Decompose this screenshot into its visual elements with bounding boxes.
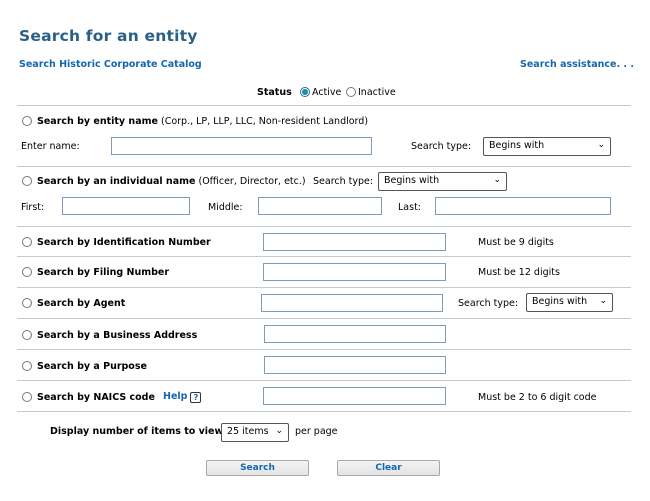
search-button[interactable]: Search [206,460,309,476]
search-assistance-link[interactable]: Search assistance. . . [520,59,634,70]
divider [17,256,631,257]
middle-name-label: Middle: [208,202,243,213]
entity-search-type-label: Search type: [411,141,472,152]
agent-title: Search by Agent [37,298,126,309]
filing-number-note: Must be 12 digits [478,267,560,278]
display-items-label: Display number of items to view: [50,426,228,437]
help-icon[interactable]: ? [190,392,202,403]
filing-number-radio[interactable] [22,267,32,277]
purpose-radio[interactable] [22,361,32,371]
entity-name-radio[interactable] [22,116,32,126]
naics-input[interactable] [263,387,446,405]
divider [17,105,631,106]
status-active-radio[interactable] [300,87,310,97]
id-number-input[interactable] [263,233,446,251]
divider [17,226,631,227]
entity-name-hint: (Corp., LP, LLP, LLC, Non-resident Landl… [160,116,369,127]
status-active-label: Active [312,87,342,98]
entity-search-type-value: Begins with [489,140,545,151]
filing-number-title: Search by Filing Number [37,267,170,278]
items-per-page-select[interactable]: 25 items ⌄ [221,423,289,442]
divider [17,318,631,319]
agent-search-type-select[interactable]: Begins with ⌄ [526,293,613,312]
business-address-title: Search by a Business Address [37,330,198,341]
individual-name-radio[interactable] [22,176,32,186]
id-number-title: Search by Identification Number [37,237,211,248]
chevron-down-icon: ⌄ [599,296,607,306]
chevron-down-icon: ⌄ [493,175,501,185]
first-name-label: First: [21,202,45,213]
divider [17,411,631,412]
naics-title: Search by NAICS code [37,392,155,403]
business-address-radio[interactable] [22,330,32,340]
individual-name-title: Search by an individual name [37,176,196,187]
enter-name-label: Enter name: [21,141,80,152]
agent-search-type-label: Search type: [458,298,519,309]
individual-search-type-label: Search type: [313,176,374,187]
last-name-input[interactable] [435,197,611,215]
historic-catalog-link[interactable]: Search Historic Corporate Catalog [19,59,202,70]
entity-name-title: Search by entity name [37,116,158,127]
entity-search-type-select[interactable]: Begins with ⌄ [483,137,611,156]
purpose-title: Search by a Purpose [37,361,147,372]
naics-note: Must be 2 to 6 digit code [478,392,597,403]
divider [17,380,631,381]
id-number-note: Must be 9 digits [478,237,554,248]
chevron-down-icon: ⌄ [275,426,283,436]
agent-input[interactable] [261,294,443,312]
chevron-down-icon: ⌄ [597,140,605,150]
id-number-radio[interactable] [22,237,32,247]
individual-name-hint: (Officer, Director, etc.) [198,176,306,187]
filing-number-input[interactable] [263,263,446,281]
page-title: Search for an entity [19,27,198,45]
agent-radio[interactable] [22,298,32,308]
naics-radio[interactable] [22,392,32,402]
entity-name-heading: Search by entity name (Corp., LP, LLP, L… [37,116,368,127]
items-per-page-value: 25 items [227,426,269,437]
purpose-input[interactable] [264,356,446,374]
middle-name-input[interactable] [258,197,382,215]
per-page-label: per page [295,426,338,437]
divider [17,166,631,167]
divider [17,287,631,288]
entity-name-input[interactable] [111,137,372,155]
last-name-label: Last: [398,202,421,213]
individual-search-type-select[interactable]: Begins with ⌄ [378,172,507,191]
first-name-input[interactable] [62,197,190,215]
divider [17,349,631,350]
individual-search-type-value: Begins with [384,175,440,186]
business-address-input[interactable] [264,325,446,343]
status-label: Status [257,87,292,98]
clear-button[interactable]: Clear [337,460,440,476]
agent-search-type-value: Begins with [532,296,588,307]
naics-help-label: Help [163,391,188,402]
individual-name-heading: Search by an individual name (Officer, D… [37,176,306,187]
status-inactive-label: Inactive [358,87,396,98]
naics-help-link[interactable]: Help? [163,391,202,403]
status-inactive-radio[interactable] [346,87,356,97]
